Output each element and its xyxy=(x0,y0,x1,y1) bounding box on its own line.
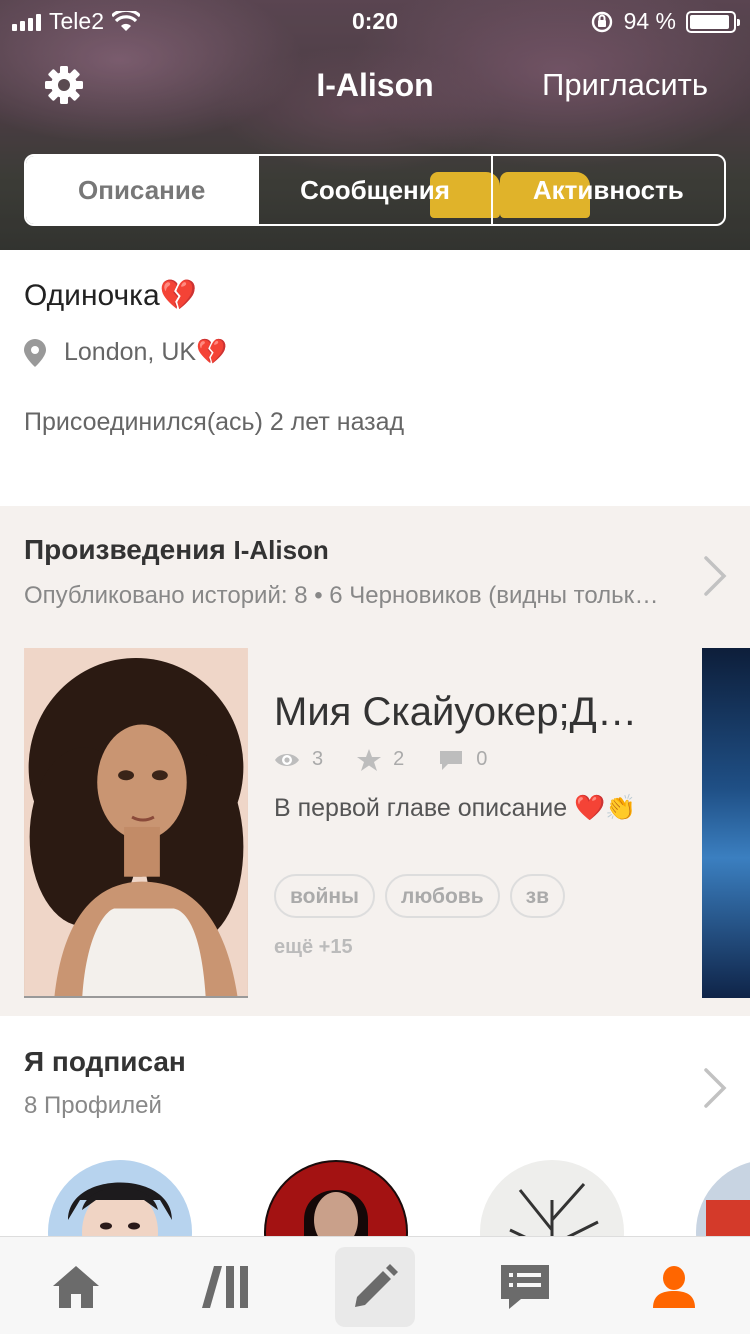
story-cover-image[interactable] xyxy=(24,648,248,998)
tab-activity[interactable]: Активность xyxy=(490,156,724,224)
battery-fill xyxy=(690,14,730,29)
following-title: Я подписан xyxy=(24,1046,186,1077)
story-card[interactable]: Мия Скайуокер;Дочь Дарта 3 2 xyxy=(24,648,700,998)
next-story-cover-image[interactable] xyxy=(702,648,750,998)
chevron-right-icon[interactable] xyxy=(702,1066,728,1110)
profile-icon xyxy=(653,1266,695,1308)
story-title[interactable]: Мия Скайуокер;Дочь Дарта xyxy=(274,690,654,735)
location-row: London, UK💔 xyxy=(24,338,227,367)
following-avatars-row xyxy=(0,1160,750,1236)
status-bar: Tele2 0:20 94 % xyxy=(0,0,750,40)
avatar[interactable] xyxy=(48,1160,192,1236)
votes-stat: 2 xyxy=(357,748,404,771)
following-count: 8 Профилей xyxy=(24,1092,162,1119)
works-section[interactable]: Произведения I-Alison Опубликовано истор… xyxy=(0,506,750,1016)
votes-count: 2 xyxy=(393,748,405,770)
tag-chip[interactable]: любовь xyxy=(385,874,500,918)
tab-messages[interactable]: Сообщения xyxy=(257,156,490,224)
bottom-tab-bar xyxy=(0,1236,750,1334)
battery-percent: 94 % xyxy=(623,8,676,34)
works-header: Произведения I-Alison xyxy=(24,534,329,566)
story-stats: 3 2 0 xyxy=(274,748,487,771)
more-tags-link[interactable]: ещё +15 xyxy=(274,936,353,959)
status-right: 94 % xyxy=(590,8,740,35)
following-section[interactable]: Я подписан 8 Профилей xyxy=(0,1016,750,1236)
tag-chip[interactable]: зв xyxy=(509,874,565,918)
tab-description[interactable]: Описание xyxy=(26,156,258,224)
avatar[interactable] xyxy=(480,1160,624,1236)
tab-messages[interactable] xyxy=(485,1247,565,1327)
location-text: London, UK💔 xyxy=(64,338,228,366)
story-description: В первой главе описание ❤️👏 xyxy=(274,794,637,822)
tab-write[interactable] xyxy=(335,1247,415,1327)
location-pin-icon xyxy=(24,338,46,367)
tab-profile[interactable] xyxy=(634,1247,714,1327)
tag-chip[interactable]: войны xyxy=(274,874,375,918)
star-icon xyxy=(357,748,382,771)
tab-home[interactable] xyxy=(36,1247,116,1327)
avatar[interactable] xyxy=(264,1160,408,1236)
profile-status-text: Одиночка💔 xyxy=(24,279,197,312)
works-author: I-Alison xyxy=(233,535,329,565)
profile-segmented-control: Описание Сообщения Активность xyxy=(24,154,726,226)
avatar[interactable] xyxy=(696,1160,750,1236)
joined-date-text: Присоединился(ась) 2 лет назад xyxy=(24,408,405,436)
reads-count: 3 xyxy=(312,748,324,770)
comment-icon xyxy=(440,750,463,770)
works-title: Произведения xyxy=(24,534,226,565)
reads-stat: 3 xyxy=(274,748,323,771)
messages-icon xyxy=(501,1265,549,1309)
library-icon xyxy=(202,1266,248,1308)
comments-stat: 0 xyxy=(438,748,487,771)
works-subtitle: Опубликовано историй: 8 • 6 Черновиков (… xyxy=(24,582,664,609)
navigation-bar: I-Alison Пригласить xyxy=(0,55,750,115)
tab-library[interactable] xyxy=(186,1247,266,1327)
orientation-lock-icon xyxy=(591,11,612,32)
eye-icon xyxy=(275,753,299,766)
chevron-right-icon[interactable] xyxy=(702,554,728,598)
story-tags: войны любовь зв xyxy=(274,874,565,918)
battery-icon xyxy=(686,10,740,33)
invite-button[interactable]: Пригласить xyxy=(542,67,708,103)
home-icon xyxy=(53,1266,99,1308)
profile-about-section: Одиночка💔 London, UK💔 Присоединился(ась)… xyxy=(0,250,750,506)
pencil-icon xyxy=(355,1264,398,1307)
comments-count: 0 xyxy=(476,748,488,770)
